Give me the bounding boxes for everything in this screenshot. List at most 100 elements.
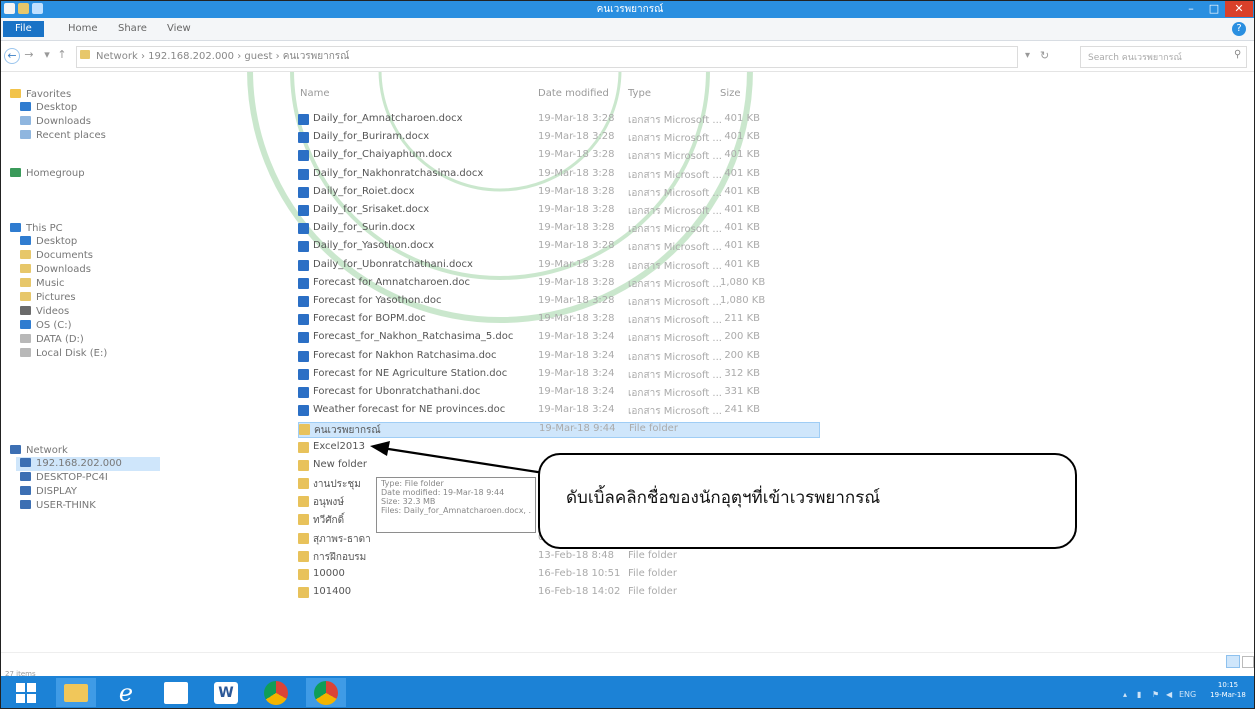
file-type: เอกสาร Microsoft ...	[628, 388, 722, 399]
nav-pc-videos[interactable]: Videos	[20, 305, 69, 319]
minimize-button[interactable]: –	[1180, 1, 1202, 17]
back-arrow-icon[interactable]: ←	[4, 48, 20, 64]
start-button[interactable]	[6, 678, 46, 707]
file-date-modified: 13-Feb-18 8:48	[538, 549, 615, 561]
address-dropdown-icon[interactable]: ▾	[1025, 50, 1030, 61]
nav-this-pc[interactable]: This PC	[10, 222, 63, 236]
forward-arrow-icon[interactable]: →	[22, 48, 36, 62]
tab-view[interactable]: View	[155, 21, 203, 37]
nav-item-desktop[interactable]: Desktop	[20, 101, 77, 115]
file-row[interactable]: Daily_for_Srisaket.docx 19-Mar-18 3:28 เอก…	[298, 204, 818, 218]
file-row[interactable]: Daily_for_Ubonratchathani.docx 19-Mar-18 …	[298, 259, 818, 273]
breadcrumb-guest[interactable]: guest	[244, 51, 272, 62]
folder-row[interactable]: คนเวรพยากรณ์ 19-Mar-18 9:44 File folder	[298, 422, 820, 439]
desktop-icon	[20, 102, 31, 111]
word-document-icon	[298, 186, 309, 198]
quick-access-properties-icon[interactable]	[32, 3, 43, 14]
nav-network-desktop[interactable]: DESKTOP-PC4I	[20, 471, 108, 485]
tray-language[interactable]: ENG	[1179, 690, 1196, 699]
tooltip-type: Type: File folder	[381, 479, 444, 488]
nav-homegroup[interactable]: Homegroup	[10, 167, 85, 181]
nav-pc-drive-e[interactable]: Local Disk (E:)	[20, 347, 107, 361]
folder-row[interactable]: 101400 16-Feb-18 14:02 File folder	[298, 586, 818, 600]
file-row[interactable]: Forecast for Nakhon Ratchasima.doc 19-Mar…	[298, 350, 818, 364]
nav-pc-drive-c[interactable]: OS (C:)	[20, 319, 72, 333]
taskbar-chrome[interactable]	[256, 678, 296, 707]
file-type: เอกสาร Microsoft ...	[628, 315, 722, 327]
nav-item-recent-places[interactable]: Recent places	[20, 129, 106, 143]
column-header-name[interactable]: Name	[300, 88, 330, 99]
up-arrow-icon[interactable]: ↑	[55, 48, 69, 62]
file-row[interactable]: Forecast_for_Nakhon_Ratchasima_5.doc 19-M…	[298, 331, 818, 345]
word-document-icon	[298, 405, 309, 417]
nav-pc-pictures[interactable]: Pictures	[20, 291, 76, 305]
chrome-icon	[314, 680, 338, 705]
taskbar-file-explorer[interactable]	[56, 678, 96, 707]
nav-pc-documents[interactable]: Documents	[20, 249, 93, 263]
file-row[interactable]: Forecast for Ubonratchathani.doc 19-Mar-1…	[298, 386, 818, 400]
quick-access-folder-icon[interactable]	[18, 3, 29, 14]
taskbar-internet-explorer[interactable]: e	[106, 678, 146, 707]
file-type: File folder	[628, 568, 677, 579]
refresh-icon[interactable]: ↻	[1040, 49, 1049, 62]
taskbar-word[interactable]: W	[206, 678, 246, 707]
file-row[interactable]: Daily_for_Amnatcharoen.docx 19-Mar-18 3:2…	[298, 113, 818, 127]
file-row[interactable]: Daily_for_Chaiyaphum.docx 19-Mar-18 3:28 เ…	[298, 149, 818, 163]
nav-network-user[interactable]: USER-THINK	[20, 499, 96, 513]
file-size: 401 KB	[724, 167, 760, 179]
file-type: เอกสาร Microsoft ...	[628, 133, 722, 145]
volume-tray-icon[interactable]: ◀	[1166, 690, 1172, 699]
close-button[interactable]: ✕	[1225, 1, 1253, 17]
tab-share[interactable]: Share	[106, 21, 159, 37]
file-type: เอกสาร Microsoft ...	[628, 187, 722, 199]
nav-pc-downloads[interactable]: Downloads	[20, 263, 91, 277]
nav-pc-music[interactable]: Music	[20, 277, 64, 291]
tray-show-hidden-icon[interactable]: ▴	[1123, 690, 1127, 699]
flag-tray-icon[interactable]: ⚑	[1152, 690, 1159, 699]
file-row[interactable]: Daily_for_Roiet.docx 19-Mar-18 3:28 เอกสาร…	[298, 186, 818, 200]
word-document-icon	[298, 277, 309, 289]
large-icons-view-icon[interactable]	[1242, 656, 1254, 668]
file-row[interactable]: Daily_for_Surin.docx 19-Mar-18 3:28 เอกสาร…	[298, 222, 818, 236]
breadcrumb-current[interactable]: คนเวรพยากรณ์	[283, 51, 350, 62]
taskbar-clock[interactable]: 10:15 19-Mar-18	[1205, 680, 1251, 700]
file-row[interactable]: Forecast for Yasothon.doc 19-Mar-18 3:28 เ…	[298, 295, 818, 309]
nav-pc-desktop[interactable]: Desktop	[20, 235, 77, 249]
tab-file[interactable]: File	[3, 21, 44, 37]
folder-row[interactable]: 10000 16-Feb-18 10:51 File folder	[298, 568, 818, 582]
file-type: เอกสาร Microsoft ...	[628, 333, 722, 345]
taskbar-photos[interactable]	[156, 678, 196, 707]
folder-row[interactable]: การฝึกอบรม 13-Feb-18 8:48 File folder	[298, 550, 818, 564]
file-row[interactable]: Daily_for_Yasothon.docx 19-Mar-18 3:28 เอก…	[298, 240, 818, 254]
breadcrumb-server[interactable]: 192.168.202.000	[148, 51, 234, 62]
tooltip-size: Size: 32.3 MB	[381, 497, 436, 506]
file-row[interactable]: Weather forecast for NE provinces.doc 19-…	[298, 404, 818, 418]
details-view-icon[interactable]	[1226, 655, 1240, 668]
column-header-size[interactable]: Size	[720, 88, 741, 99]
search-icon[interactable]: ⚲	[1234, 49, 1241, 60]
word-document-icon	[298, 223, 309, 235]
file-row[interactable]: Daily_for_Buriram.docx 19-Mar-18 3:28 เอกส…	[298, 131, 818, 145]
network-tray-icon[interactable]: ▮	[1137, 690, 1141, 699]
file-size: 401 KB	[724, 149, 760, 161]
maximize-button[interactable]: □	[1203, 1, 1225, 17]
help-icon[interactable]: ?	[1232, 22, 1246, 36]
column-header-date[interactable]: Date modified	[538, 88, 609, 99]
file-row[interactable]: Forecast for NE Agriculture Station.doc 1…	[298, 368, 818, 382]
nav-pc-drive-d[interactable]: DATA (D:)	[20, 333, 84, 347]
file-row[interactable]: Forecast for Amnatcharoen.doc 19-Mar-18 3…	[298, 277, 818, 291]
file-date-modified: 19-Mar-18 3:28	[538, 258, 615, 270]
recent-locations-icon[interactable]: ▾	[40, 48, 54, 62]
breadcrumb-network[interactable]: Network	[96, 51, 138, 62]
taskbar-chrome-active[interactable]	[306, 678, 346, 707]
nav-item-downloads[interactable]: Downloads	[20, 115, 91, 129]
file-row[interactable]: Daily_for_Nakhonratchasima.docx 19-Mar-18…	[298, 168, 818, 182]
nav-network-server[interactable]: 192.168.202.000	[16, 457, 160, 471]
file-row[interactable]: Forecast for BOPM.doc 19-Mar-18 3:28 เอกสา…	[298, 313, 818, 327]
column-header-type[interactable]: Type	[628, 88, 651, 99]
nav-network-display[interactable]: DISPLAY	[20, 485, 77, 499]
file-name: Forecast for NE Agriculture Station.doc	[313, 367, 508, 379]
tab-home[interactable]: Home	[56, 21, 110, 37]
nav-network[interactable]: Network	[10, 444, 68, 458]
nav-favorites[interactable]: Favorites	[10, 88, 71, 102]
